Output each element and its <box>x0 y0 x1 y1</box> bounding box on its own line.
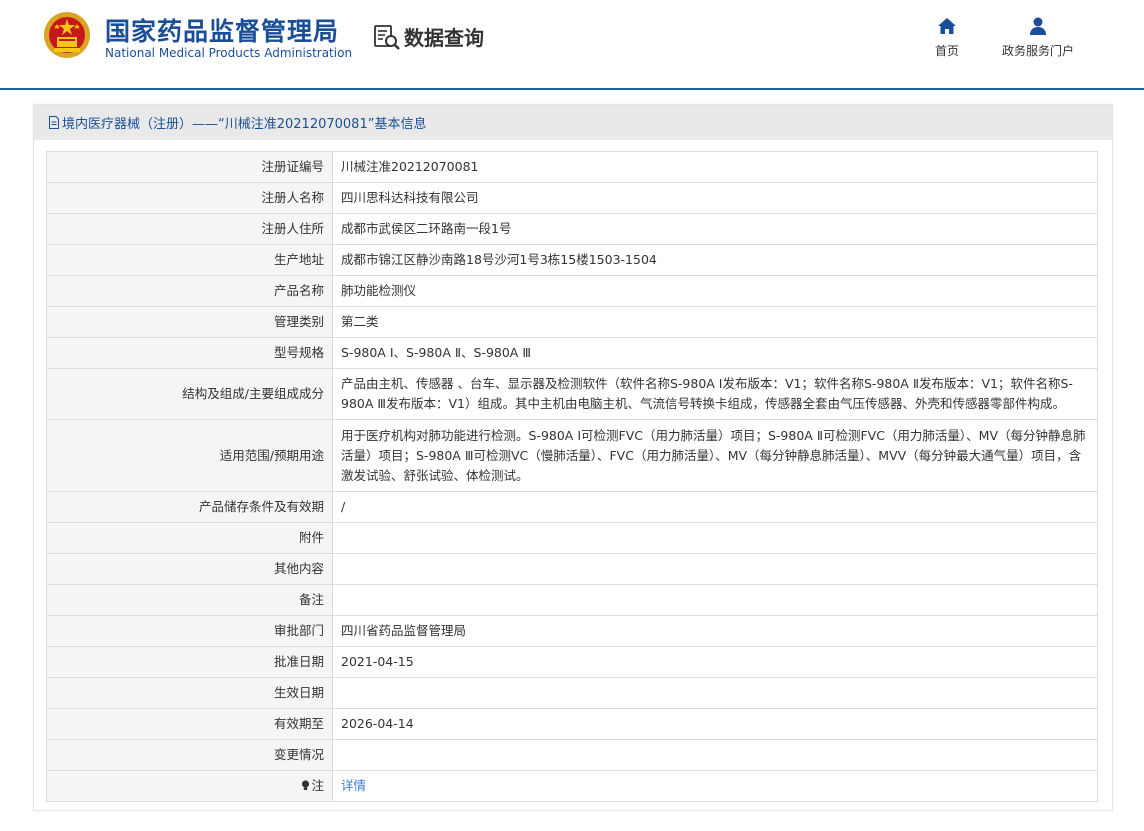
field-label: 审批部门 <box>46 615 333 647</box>
site-header: 国家药品监督管理局 National Medical Products Admi… <box>0 0 1144 88</box>
table-row: 生产地址 成都市锦江区静沙南路18号沙河1号3栋15楼1503-1504 <box>46 244 1098 276</box>
data-query-label: 数据查询 <box>404 26 484 50</box>
field-label: 注册人住所 <box>46 213 333 245</box>
field-label: 有效期至 <box>46 708 333 740</box>
field-label: 生效日期 <box>46 677 333 709</box>
field-value <box>332 553 1098 585</box>
field-label: 适用范围/预期用途 <box>46 419 333 492</box>
table-row: 生效日期 <box>46 677 1098 709</box>
site-title-cn: 国家药品监督管理局 <box>105 17 340 46</box>
table-row: 变更情况 <box>46 739 1098 771</box>
field-value: / <box>332 491 1098 523</box>
field-label: 备注 <box>46 584 333 616</box>
table-row: 产品储存条件及有效期 / <box>46 491 1098 523</box>
field-label: 结构及组成/主要组成成分 <box>46 368 333 420</box>
table-row: 有效期至 2026-04-14 <box>46 708 1098 740</box>
field-value: 2026-04-14 <box>332 708 1098 740</box>
field-value: 第二类 <box>332 306 1098 338</box>
table-row: 审批部门 四川省药品监督管理局 <box>46 615 1098 647</box>
user-icon <box>1030 17 1046 35</box>
field-value: S-980A Ⅰ、S-980A Ⅱ、S-980A Ⅲ <box>332 337 1098 369</box>
table-row: 管理类别 第二类 <box>46 306 1098 338</box>
info-table: 注册证编号 川械注准20212070081 注册人名称 四川思科达科技有限公司 注册… <box>46 151 1098 802</box>
field-label: 批准日期 <box>46 646 333 678</box>
nav-home[interactable]: 首页 <box>932 16 962 59</box>
field-value <box>332 677 1098 709</box>
field-value <box>332 584 1098 616</box>
table-row: 产品名称 肺功能检测仪 <box>46 275 1098 307</box>
data-query-icon <box>374 24 400 50</box>
field-value <box>332 522 1098 554</box>
nav-gov-portal-label: 政务服务门户 <box>1001 44 1074 58</box>
field-label: 产品名称 <box>46 275 333 307</box>
field-label: 变更情况 <box>46 739 333 771</box>
national-emblem-icon <box>44 12 90 58</box>
table-row: 备注 <box>46 584 1098 616</box>
table-row: 注册人名称 四川思科达科技有限公司 <box>46 182 1098 214</box>
details-link[interactable]: 详情 <box>341 778 366 793</box>
field-value: 成都市锦江区静沙南路18号沙河1号3栋15楼1503-1504 <box>332 244 1098 276</box>
field-label: 附件 <box>46 522 333 554</box>
data-query-link[interactable]: 数据查询 <box>373 22 484 51</box>
field-value: 川械注准20212070081 <box>332 151 1098 183</box>
header-divider <box>0 88 1144 90</box>
field-label: 注册人名称 <box>46 182 333 214</box>
table-row: 注册证编号 川械注准20212070081 <box>46 151 1098 183</box>
field-value: 2021-04-15 <box>332 646 1098 678</box>
panel-header: 境内医疗器械（注册）——“川械注准20212070081”基本信息 <box>34 105 1112 140</box>
field-label: 注 <box>311 778 324 793</box>
document-icon <box>49 116 59 129</box>
nav-gov-portal[interactable]: 政务服务门户 <box>998 16 1078 59</box>
info-panel: 境内医疗器械（注册）——“川械注准20212070081”基本信息 注册证编号川… <box>33 104 1113 811</box>
table-row: 适用范围/预期用途 用于医疗机构对肺功能进行检测。S-980A Ⅰ可检测FVC（用… <box>46 419 1098 492</box>
table-row: 型号规格 S-980A Ⅰ、S-980A Ⅱ、S-980A Ⅲ <box>46 337 1098 369</box>
field-value: 成都市武侯区二环路南一段1号 <box>332 213 1098 245</box>
table-row: 附件 <box>46 522 1098 554</box>
field-label: 注册证编号 <box>46 151 333 183</box>
panel-title: 境内医疗器械（注册）——“川械注准20212070081”基本信息 <box>62 117 427 132</box>
field-value: 肺功能检测仪 <box>332 275 1098 307</box>
table-row: 其他内容 <box>46 553 1098 585</box>
lightbulb-icon <box>302 780 310 790</box>
field-value: 四川思科达科技有限公司 <box>332 182 1098 214</box>
table-row: 批准日期 2021-04-15 <box>46 646 1098 678</box>
table-row: 注册人住所 成都市武侯区二环路南一段1号 <box>46 213 1098 245</box>
site-title-en: National Medical Products Administration <box>105 46 353 60</box>
field-label: 产品储存条件及有效期 <box>46 491 333 523</box>
field-label: 生产地址 <box>46 244 333 276</box>
field-label: 型号规格 <box>46 337 333 369</box>
field-value: 用于医疗机构对肺功能进行检测。S-980A Ⅰ可检测FVC（用力肺活量）项目；S… <box>332 419 1098 492</box>
field-value <box>332 739 1098 771</box>
field-label: 管理类别 <box>46 306 333 338</box>
table-row: 注 详情 <box>46 770 1098 802</box>
field-value: 四川省药品监督管理局 <box>332 615 1098 647</box>
note-value-cell: 详情 <box>332 770 1098 802</box>
home-icon <box>938 18 956 34</box>
nav-home-label: 首页 <box>934 44 959 58</box>
field-value: 产品由主机、传感器 、台车、显示器及检测软件（软件名称S-980A Ⅰ发布版本：… <box>332 368 1098 420</box>
table-row: 结构及组成/主要组成成分 产品由主机、传感器 、台车、显示器及检测软件（软件名称S… <box>46 368 1098 420</box>
note-label-cell: 注 <box>46 770 333 802</box>
field-label: 其他内容 <box>46 553 333 585</box>
